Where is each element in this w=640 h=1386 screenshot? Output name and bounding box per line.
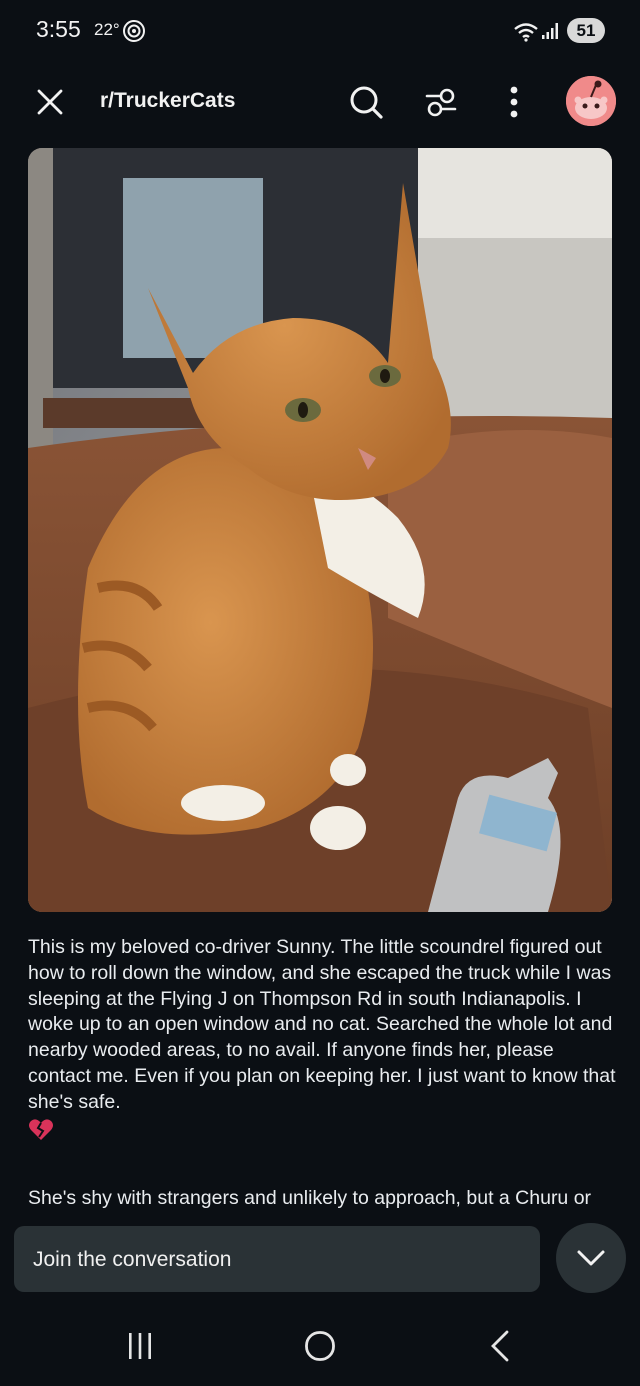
back-button[interactable]	[475, 1324, 525, 1368]
post-paragraph: This is my beloved co-driver Sunny. The …	[28, 936, 616, 1113]
comment-input[interactable]: Join the conversation	[14, 1226, 540, 1292]
status-bar: 3:55 22° 51	[0, 0, 640, 62]
post-paragraph: She's shy with strangers and unlikely to…	[28, 1186, 592, 1215]
collapse-button[interactable]	[556, 1223, 626, 1293]
home-button[interactable]	[295, 1324, 345, 1368]
cat-photo	[28, 148, 612, 912]
filter-button[interactable]	[419, 80, 463, 124]
close-button[interactable]	[30, 82, 70, 122]
recents-button[interactable]	[115, 1324, 165, 1368]
battery-indicator: 51	[567, 18, 605, 43]
wifi-icon	[514, 23, 538, 42]
back-icon	[491, 1330, 509, 1362]
post-body: This is my beloved co-driver Sunny. The …	[28, 935, 616, 1215]
recents-icon	[129, 1333, 151, 1359]
hotspot-icon	[123, 20, 145, 42]
status-time: 3:55	[36, 16, 81, 42]
comment-placeholder: Join the conversation	[33, 1248, 232, 1271]
subreddit-name[interactable]: r/TruckerCats	[100, 89, 235, 113]
home-icon	[305, 1331, 335, 1361]
user-avatar[interactable]	[566, 76, 616, 126]
signal-icon	[542, 23, 558, 39]
snoo-avatar-icon	[566, 76, 616, 126]
post-image[interactable]	[28, 148, 612, 912]
search-button[interactable]	[344, 80, 388, 124]
search-icon	[350, 86, 383, 119]
app-header: r/TruckerCats	[0, 62, 640, 142]
close-icon	[37, 89, 63, 115]
filter-icon	[425, 88, 457, 117]
system-nav-bar	[0, 1308, 640, 1386]
status-temperature: 22°	[94, 20, 120, 39]
comment-bar: Join the conversation	[0, 1212, 640, 1308]
more-options-button[interactable]	[492, 80, 536, 124]
more-vertical-icon	[510, 86, 518, 118]
chevron-down-icon	[577, 1250, 605, 1266]
broken-heart-icon	[29, 1118, 53, 1140]
